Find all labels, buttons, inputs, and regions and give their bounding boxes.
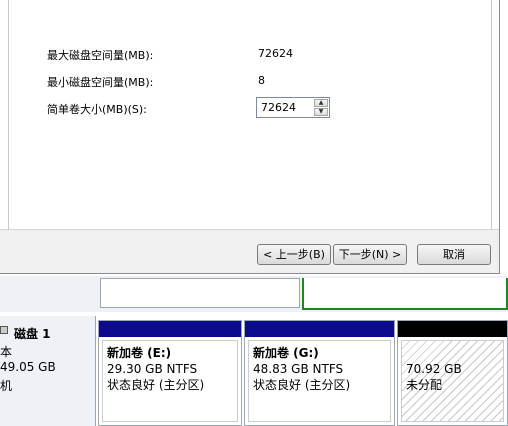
min-space-value: 8 [258, 74, 265, 87]
volume-size-label: 简单卷大小(MB)(S): [47, 103, 147, 116]
partition-header-bar [245, 321, 394, 337]
selected-volume-box[interactable] [302, 278, 508, 310]
back-button[interactable]: < 上一步(B) [257, 244, 331, 265]
min-space-label: 最小磁盘空间量(MB): [47, 76, 154, 89]
wizard-content-area: 最大磁盘空间量(MB): 72624 最小磁盘空间量(MB): 8 简单卷大小(… [0, 0, 499, 230]
spin-down-arrow-icon[interactable]: ▼ [314, 108, 328, 116]
unallocated-status: 未分配 [406, 378, 443, 392]
partition-title: 新加卷 (G:) [253, 346, 319, 360]
new-simple-volume-wizard: 最大磁盘空间量(MB): 72624 最小磁盘空间量(MB): 8 简单卷大小(… [0, 0, 500, 274]
disk-name: 磁盘 1 [14, 327, 51, 341]
disk-icon [0, 326, 8, 334]
partition-g[interactable]: 新加卷 (G:) 48.83 GB NTFS 状态良好 (主分区) [244, 320, 395, 426]
spin-up-arrow-icon[interactable]: ▲ [314, 99, 328, 107]
partition-header-bar [99, 321, 241, 337]
partition-size: 29.30 GB NTFS [107, 362, 198, 376]
disk-type: 本 [0, 345, 13, 359]
unallocated-space[interactable]: 70.92 GB 未分配 [397, 320, 508, 426]
unallocated-header-bar [398, 321, 507, 337]
max-space-label: 最大磁盘空间量(MB): [47, 49, 154, 62]
next-button[interactable]: 下一步(N) > [333, 244, 407, 265]
disk-status: 机 [0, 379, 13, 393]
unallocated-size: 70.92 GB [406, 362, 462, 376]
partition-size: 48.83 GB NTFS [253, 362, 344, 376]
max-space-value: 72624 [258, 47, 293, 60]
volume-size-input[interactable] [259, 99, 311, 116]
volume-row-box[interactable] [100, 278, 300, 308]
volume-size-stepper[interactable]: ▲ ▼ [256, 97, 330, 118]
partition-status: 状态良好 (主分区) [107, 378, 205, 392]
partition-e[interactable]: 新加卷 (E:) 29.30 GB NTFS 状态良好 (主分区) [98, 320, 242, 426]
partition-title: 新加卷 (E:) [107, 346, 172, 360]
disk-size: 49.05 GB [0, 360, 56, 374]
cancel-button[interactable]: 取消 [417, 244, 491, 265]
partition-status: 状态良好 (主分区) [253, 378, 351, 392]
